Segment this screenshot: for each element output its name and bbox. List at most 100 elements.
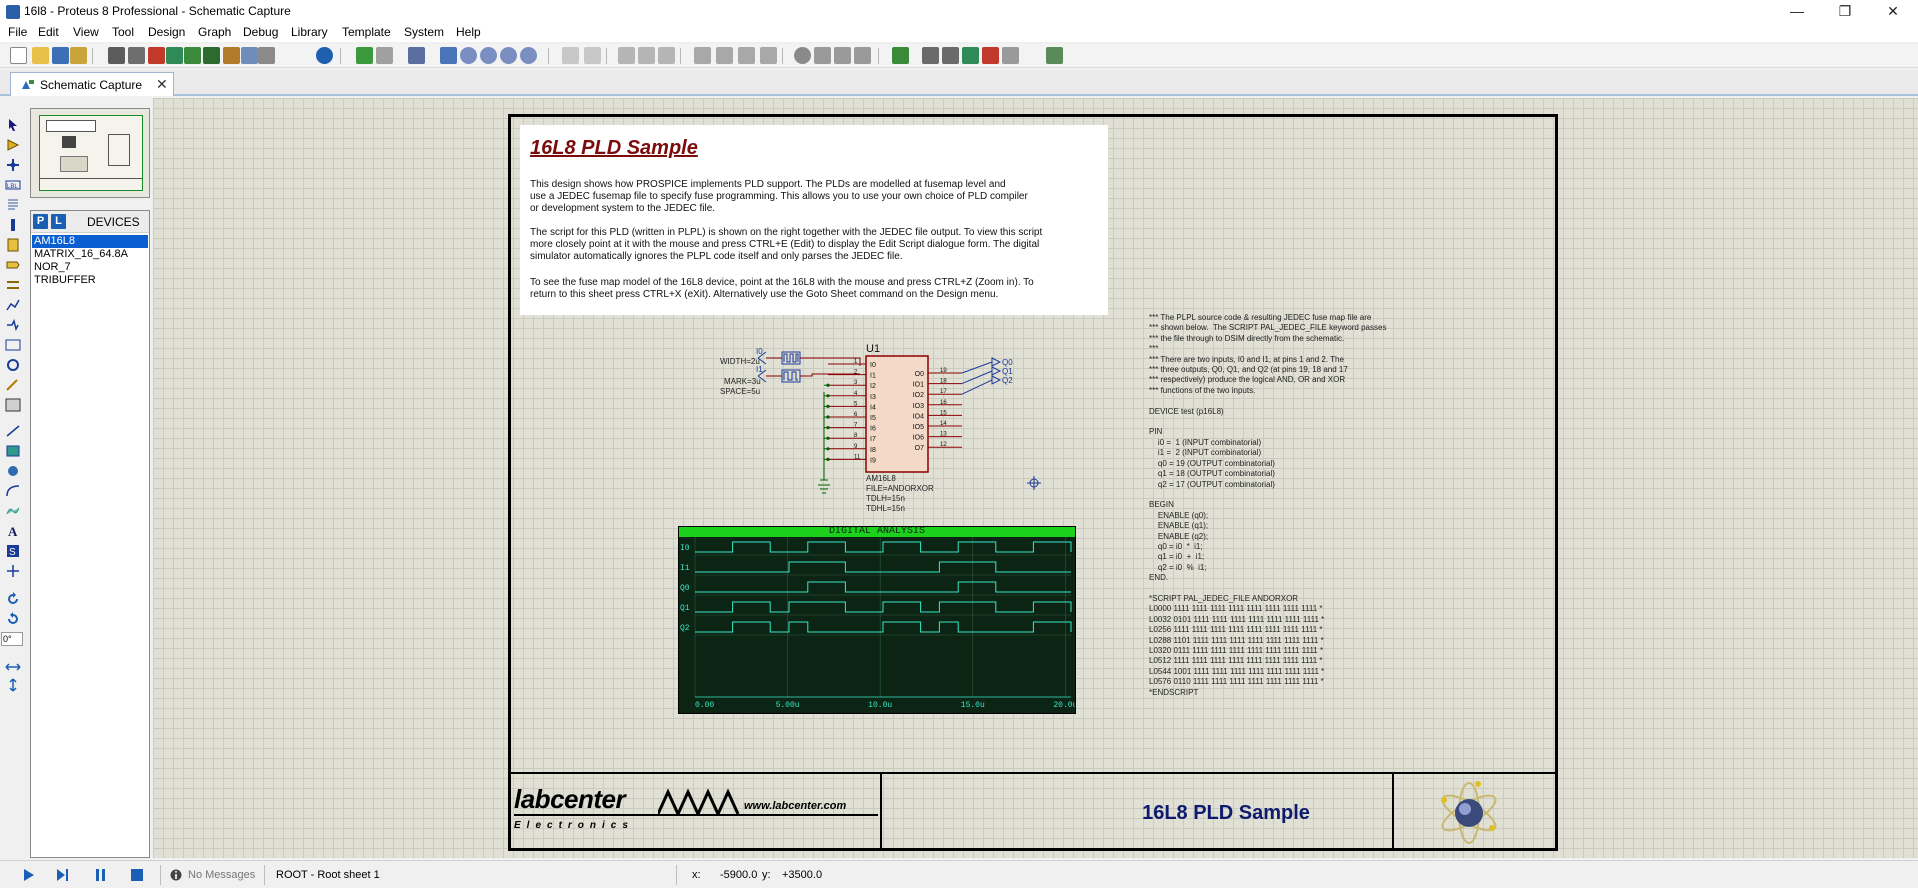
mirror-vertical-icon[interactable]: [5, 678, 21, 692]
stop-icon[interactable]: [130, 868, 144, 882]
design-explorer-icon[interactable]: [203, 47, 220, 64]
library-manager-button[interactable]: L: [51, 214, 66, 229]
step-icon[interactable]: [56, 868, 70, 882]
pick-device-icon[interactable]: [794, 47, 811, 64]
notes-icon[interactable]: [241, 47, 258, 64]
netlist-icon[interactable]: [1046, 47, 1063, 64]
copy-icon[interactable]: [638, 47, 655, 64]
packaging-tool-icon[interactable]: [834, 47, 851, 64]
zoom-area-icon[interactable]: [520, 47, 537, 64]
search-tag-icon[interactable]: [922, 47, 939, 64]
rotate-anticlockwise-icon[interactable]: [5, 612, 21, 626]
close-window-button[interactable]: ✕: [1870, 0, 1916, 24]
overview-window[interactable]: [30, 108, 150, 198]
help-icon[interactable]: [316, 47, 333, 64]
remove-sheet-icon[interactable]: [982, 47, 999, 64]
menu-design[interactable]: Design: [148, 25, 185, 39]
pause-icon[interactable]: [94, 868, 108, 882]
2d-markers-icon[interactable]: [5, 564, 21, 578]
graph-mode-icon[interactable]: [5, 298, 21, 312]
cut-icon[interactable]: [618, 47, 635, 64]
zoom-out-icon[interactable]: [480, 47, 497, 64]
virtual-instruments-icon[interactable]: [5, 398, 21, 412]
zoom-all-icon[interactable]: [500, 47, 517, 64]
redo-icon[interactable]: [584, 47, 601, 64]
minimize-button[interactable]: —: [1774, 0, 1820, 24]
subcircuit-icon[interactable]: [5, 238, 21, 252]
block-rotate-icon[interactable]: [738, 47, 755, 64]
pick-devices-button[interactable]: P: [33, 214, 48, 229]
2d-box-icon[interactable]: [5, 444, 21, 458]
block-move-icon[interactable]: [716, 47, 733, 64]
open-folder-icon[interactable]: [32, 47, 49, 64]
digital-analysis-graph[interactable]: DIGITAL ANALYSIS 0.00 5.00u 10.0u 15.0u 20.0…: [678, 526, 1076, 714]
menu-system[interactable]: System: [404, 25, 444, 39]
wire-autorouter-icon[interactable]: [892, 47, 909, 64]
schematic-icon[interactable]: [128, 47, 145, 64]
paste-icon[interactable]: [658, 47, 675, 64]
3d-view-icon[interactable]: [166, 47, 183, 64]
tape-recorder-icon[interactable]: [5, 318, 21, 332]
menu-tool[interactable]: Tool: [112, 25, 134, 39]
bill-of-materials-icon[interactable]: [223, 47, 240, 64]
home-icon[interactable]: [108, 47, 125, 64]
maximize-button[interactable]: ❐: [1822, 0, 1868, 24]
gerber-icon[interactable]: [184, 47, 201, 64]
2d-path-icon[interactable]: [5, 504, 21, 518]
generator-mode-icon[interactable]: [5, 338, 21, 352]
exit-to-parent-icon[interactable]: [1002, 47, 1019, 64]
messages-status[interactable]: No Messages: [188, 869, 255, 881]
clock-generator-i1[interactable]: [757, 369, 860, 383]
pan-icon[interactable]: [440, 47, 457, 64]
rotation-angle-field[interactable]: 0°: [1, 632, 23, 646]
device-item-tribuffer[interactable]: TRIBUFFER: [32, 274, 148, 287]
source-code-icon[interactable]: [258, 47, 275, 64]
terminals-icon[interactable]: [5, 258, 21, 272]
selection-mode-icon[interactable]: [5, 118, 21, 132]
play-icon[interactable]: [22, 868, 36, 882]
menu-help[interactable]: Help: [456, 25, 481, 39]
text-script-icon[interactable]: [5, 198, 21, 212]
menu-edit[interactable]: Edit: [38, 25, 59, 39]
plpl-script-text[interactable]: *** The PLPL source code & resulting JED…: [1149, 313, 1409, 698]
2d-text-icon[interactable]: A: [5, 524, 21, 538]
menu-debug[interactable]: Debug: [243, 25, 278, 39]
buses-icon[interactable]: [5, 218, 21, 232]
device-item-am16l8[interactable]: AM16L8: [32, 235, 148, 248]
device-item-matrix[interactable]: MATRIX_16_64.8A: [32, 248, 148, 261]
component-mode-icon[interactable]: [5, 138, 21, 152]
close-tab-icon[interactable]: ✕: [156, 76, 168, 93]
property-assignment-icon[interactable]: [942, 47, 959, 64]
menu-file[interactable]: File: [8, 25, 27, 39]
2d-symbol-icon[interactable]: S: [5, 544, 21, 558]
zoom-in-icon[interactable]: [460, 47, 477, 64]
description-textbox[interactable]: 16L8 PLD Sample This design shows how PR…: [520, 125, 1108, 315]
2d-arc-icon[interactable]: [5, 484, 21, 498]
tab-schematic-capture[interactable]: Schematic Capture ✕: [10, 72, 174, 96]
mirror-horizontal-icon[interactable]: [5, 660, 21, 674]
block-copy-icon[interactable]: [694, 47, 711, 64]
undo-icon[interactable]: [562, 47, 579, 64]
menu-template[interactable]: Template: [342, 25, 391, 39]
origin-icon[interactable]: [408, 47, 425, 64]
junction-dot-icon[interactable]: [5, 158, 21, 172]
block-delete-icon[interactable]: [760, 47, 777, 64]
device-item-nor7[interactable]: NOR_7: [32, 261, 148, 274]
grid-icon[interactable]: [376, 47, 393, 64]
pcb-layout-icon[interactable]: [148, 47, 165, 64]
menu-library[interactable]: Library: [291, 25, 328, 39]
device-pins-icon[interactable]: [5, 278, 21, 292]
rotate-clockwise-icon[interactable]: [5, 592, 21, 606]
menu-graph[interactable]: Graph: [198, 25, 231, 39]
import-icon[interactable]: [70, 47, 87, 64]
new-sheet-icon[interactable]: [962, 47, 979, 64]
2d-line-icon[interactable]: [5, 424, 21, 438]
new-file-icon[interactable]: [10, 47, 27, 64]
save-icon[interactable]: [52, 47, 69, 64]
2d-circle-icon[interactable]: [5, 464, 21, 478]
refresh-icon[interactable]: [356, 47, 373, 64]
current-probe-icon[interactable]: [5, 378, 21, 392]
wire-label-icon[interactable]: LBL: [5, 178, 21, 192]
decompose-icon[interactable]: [854, 47, 871, 64]
menu-view[interactable]: View: [73, 25, 99, 39]
